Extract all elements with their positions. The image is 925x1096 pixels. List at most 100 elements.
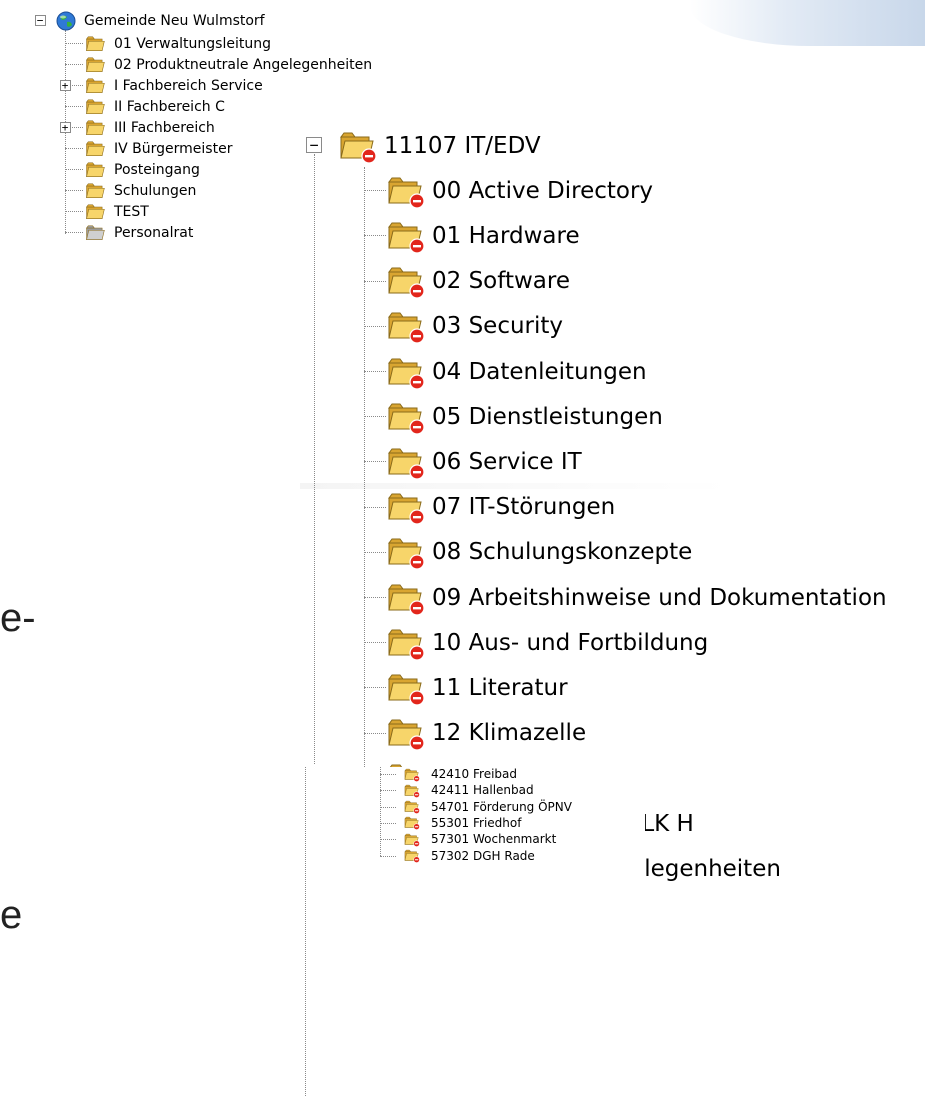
tree-item-55301-friedhof[interactable]: 55301 Friedhof	[397, 815, 521, 831]
tree-item-label: I Fachbereich Service	[114, 77, 263, 94]
background-text-fragment: e	[0, 893, 23, 937]
tree-item-09-arbeitshinweise-und-dokumentation[interactable]: 09 Arbeitshinweise und Dokumentation	[386, 575, 887, 620]
tree-line-horizontal	[364, 235, 386, 237]
folder-locked-icon	[386, 580, 426, 616]
background-swoosh	[690, 0, 925, 46]
tree-item-label: 09 Arbeitshinweise und Dokumentation	[432, 584, 887, 611]
tree-item-01-hardware[interactable]: 01 Hardware	[386, 213, 580, 258]
tree-item-iv-burgermeister[interactable]: IV Bürgermeister	[82, 138, 232, 159]
tree-line-horizontal	[65, 190, 83, 191]
tree-item-label: 06 Service IT	[432, 448, 582, 475]
folder-locked-icon	[386, 218, 426, 254]
tree-item-personalrat[interactable]: Personalrat	[82, 222, 193, 243]
tree-item-posteingang[interactable]: Posteingang	[82, 159, 200, 180]
folder-locked-icon	[397, 783, 427, 798]
tree-item-12-klimazelle[interactable]: 12 Klimazelle	[386, 711, 586, 756]
tree-line-horizontal	[65, 211, 83, 212]
tree-item-label: Posteingang	[114, 161, 200, 178]
tree-item-label: 04 Datenleitungen	[432, 358, 647, 385]
folder-icon	[82, 181, 110, 201]
expand-button[interactable]: +	[59, 121, 71, 133]
tree-view-continuation: 42410 Freibad 42411 Hallenbad 54701 Förder…	[305, 767, 645, 1096]
tree-item-54701-forderung-opnv[interactable]: 54701 Förderung ÖPNV	[397, 799, 572, 815]
tree-item-i-fachbereich-service[interactable]: I Fachbereich Service	[82, 75, 263, 96]
tree-item-label: Gemeinde Neu Wulmstorf	[84, 12, 265, 29]
tree-line-horizontal	[380, 774, 396, 775]
folder-icon	[82, 55, 110, 75]
tree-item-02-software[interactable]: 02 Software	[386, 259, 570, 304]
tree-item-label: Personalrat	[114, 224, 194, 241]
tree-item-42410-freibad[interactable]: 42410 Freibad	[397, 766, 517, 782]
tree-root-11107-it-edv[interactable]: 11107 IT/EDV	[338, 123, 541, 168]
tree-item-label: 01 Verwaltungsleitung	[114, 35, 271, 52]
tree-line-horizontal	[364, 551, 386, 553]
tree-line-horizontal	[65, 43, 83, 44]
tree-item-label: 42411 Hallenbad	[431, 783, 534, 798]
tree-line-horizontal	[380, 790, 396, 792]
folder-locked-icon	[397, 767, 427, 782]
tree-item-10-aus-und-fortbildung[interactable]: 10 Aus- und Fortbildung	[386, 620, 708, 665]
tree-item-57301-wochenmarkt[interactable]: 57301 Wochenmarkt	[397, 831, 556, 847]
expand-button[interactable]: +	[59, 79, 71, 91]
tree-line-vertical	[314, 154, 315, 764]
tree-line-horizontal	[364, 642, 386, 644]
folder-icon	[82, 160, 110, 180]
background-text-fragment: e-	[0, 596, 36, 640]
tree-item-label: 54701 Förderung ÖPNV	[431, 799, 572, 814]
folder-locked-icon	[386, 173, 426, 209]
collapse-button[interactable]: −	[34, 14, 46, 26]
folder-locked-icon	[397, 848, 427, 863]
tree-item-label: 55301 Friedhof	[431, 815, 522, 830]
folder-locked-icon	[386, 670, 426, 706]
tree-item-label: 07 IT-Störungen	[432, 494, 616, 521]
collapse-button[interactable]: −	[306, 137, 322, 153]
tree-item-label: 05 Dienstleistungen	[432, 403, 663, 430]
folder-icon	[82, 97, 110, 117]
tree-item-label: 10 Aus- und Fortbildung	[432, 629, 709, 656]
tree-item-01-verwaltungsleitung[interactable]: 01 Verwaltungsleitung	[82, 33, 271, 54]
tree-item-07-it-storungen[interactable]: 07 IT-Störungen	[386, 485, 615, 530]
tree-item-label: 42410 Freibad	[431, 767, 517, 781]
tree-item-02-produktneutrale-angelegenheiten[interactable]: 02 Produktneutrale Angelegenheiten	[82, 54, 372, 75]
tree-item-06-service-it[interactable]: 06 Service IT	[386, 439, 582, 484]
globe-icon	[52, 11, 80, 31]
tree-item-label: 02 Software	[432, 268, 570, 295]
tree-item-00-active-directory[interactable]: 00 Active Directory	[386, 168, 653, 213]
folder-locked-icon	[386, 715, 426, 751]
tree-line-horizontal	[364, 687, 386, 689]
tree-item-schulungen[interactable]: Schulungen	[82, 180, 196, 201]
tree-line-horizontal	[364, 371, 386, 372]
tree-line-horizontal	[364, 190, 386, 192]
tree-item-label: TEST	[114, 203, 149, 220]
tree-item-08-schulungskonzepte[interactable]: 08 Schulungskonzepte	[386, 530, 692, 575]
tree-line-horizontal	[364, 325, 386, 327]
folder-locked-icon	[386, 308, 426, 344]
tree-item-iii-fachbereich[interactable]: III Fachbereich	[82, 117, 215, 138]
tree-item-label: II Fachbereich C	[114, 98, 225, 115]
tree-line-horizontal	[364, 732, 386, 734]
tree-root-gemeinde-neu-wulmstorf[interactable]: Gemeinde Neu Wulmstorf	[52, 10, 265, 31]
folder-locked-icon	[397, 799, 427, 814]
tree-item-57302-dgh-rade[interactable]: 57302 DGH Rade	[397, 848, 535, 864]
folder-locked-icon	[386, 399, 426, 435]
tree-item-05-dienstleistungen[interactable]: 05 Dienstleistungen	[386, 394, 663, 439]
tree-item-label: 11107 IT/EDV	[384, 132, 541, 159]
tree-line-horizontal	[364, 597, 386, 598]
folder-locked-icon	[386, 534, 426, 570]
folder-locked-icon	[386, 263, 426, 299]
tree-item-test[interactable]: TEST	[82, 201, 149, 222]
tree-item-03-security[interactable]: 03 Security	[386, 304, 563, 349]
tree-item-11-literatur[interactable]: 11 Literatur	[386, 665, 568, 710]
folder-gray-icon	[82, 223, 110, 243]
tree-item-label: 57301 Wochenmarkt	[431, 832, 557, 847]
tree-item-42411-hallenbad[interactable]: 42411 Hallenbad	[397, 782, 534, 798]
tree-item-04-datenleitungen[interactable]: 04 Datenleitungen	[386, 349, 647, 394]
folder-locked-icon	[386, 489, 426, 525]
tree-line-horizontal	[380, 822, 396, 824]
tree-item-ii-fachbereich-c[interactable]: II Fachbereich C	[82, 96, 225, 117]
tree-item-label: 02 Produktneutrale Angelegenheiten	[114, 56, 373, 73]
folder-icon	[82, 34, 110, 54]
tree-item-label: 00 Active Directory	[432, 177, 654, 204]
tree-line-horizontal	[65, 232, 83, 233]
tree-item-label: 08 Schulungskonzepte	[432, 539, 693, 566]
